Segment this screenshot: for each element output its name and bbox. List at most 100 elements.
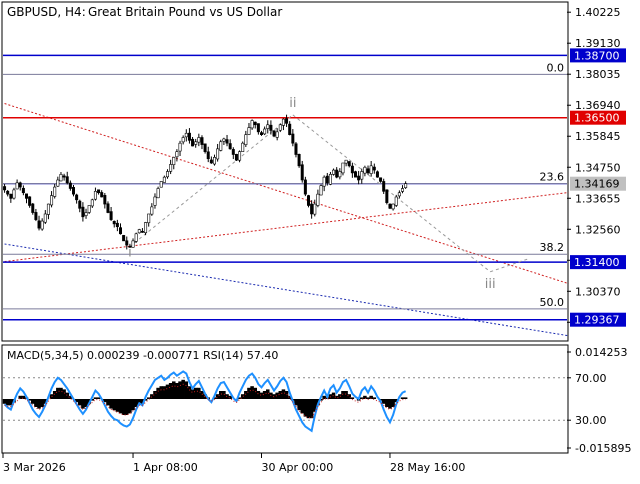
candle-body-50 [159,181,163,188]
candle-body-65 [206,151,210,160]
candle-body-115 [363,166,367,174]
candle-body-11 [37,220,41,229]
candle-body-118 [372,166,376,171]
candle-body-113 [357,175,361,181]
candle-body-32 [103,195,107,205]
fib-label-3: 50.0 [540,296,565,309]
wave-label-iii: iii [485,277,496,292]
candle-body-64 [203,143,207,152]
candle-body-86 [272,130,276,137]
level-tag-2-text: 1.31400 [574,256,620,269]
candle-body-77 [244,134,248,145]
price-tick-label-2: 1.38035 [575,68,621,81]
candle-body-67 [213,157,217,165]
indicator-title: MACD(5,34,5) 0.000239 -0.000771 RSI(14) … [7,349,278,362]
price-tick-label-6: 1.33655 [575,192,621,205]
price-tick-label-0: 1.40225 [575,6,621,19]
candle-body-53 [169,164,173,172]
candle-body-127 [400,188,404,192]
time-tick-label-0: 3 Mar 2026 [3,461,66,474]
candle-body-25 [81,206,85,218]
candle-body-34 [109,211,113,220]
candle-body-35 [112,220,116,225]
current-price-tag-text: 1.34169 [574,178,620,191]
candle-body-33 [106,203,110,213]
candle-body-123 [388,203,392,209]
candle-body-79 [250,120,254,129]
candle-body-58 [184,132,188,138]
candle-body-61 [194,141,198,145]
time-tick-label-2: 30 Apr 00:00 [262,461,334,474]
candle-body-110 [347,161,351,167]
candle-body-68 [216,148,220,160]
candle-body-54 [172,157,176,165]
fib-label-1: 23.6 [540,171,565,184]
candle-body-45 [144,222,148,234]
candle-body-107 [338,171,342,178]
candle-body-4 [15,182,19,190]
candle-body-1 [6,190,10,195]
candle-body-104 [328,174,332,185]
candle-body-27 [87,205,91,213]
indicator-tick-label-1: 70.00 [575,372,607,385]
candle-body-71 [225,139,229,144]
candle-body-21 [68,182,72,189]
candle-body-17 [56,179,60,187]
candle-body-12 [40,220,44,230]
candle-body-84 [266,124,270,129]
candle-body-40 [128,246,132,248]
candle-body-62 [197,137,201,143]
candle-body-103 [325,175,329,184]
candle-body-24 [78,200,82,209]
fib-label-2: 38.2 [540,241,565,254]
candle-body-43 [137,229,141,234]
candle-body-48 [153,196,157,206]
candle-body-102 [322,176,326,187]
candle-body-16 [53,186,57,197]
candle-body-14 [46,203,50,215]
candle-body-120 [379,177,383,182]
candle-body-42 [134,233,138,242]
candle-body-80 [253,121,257,126]
price-chart[interactable]: 0.023.638.250.0 iiiiii GBPUSD, H4: Great… [0,0,640,480]
chart-background [0,0,640,480]
candle-body-111 [350,165,354,174]
indicator-tick-label-3: -0.015895 [575,442,631,455]
candle-body-91 [288,123,292,135]
candle-body-49 [156,188,160,199]
candle-body-30 [97,189,101,194]
candle-body-101 [319,185,323,196]
price-tick-label-1: 1.39130 [575,37,621,50]
candle-body-87 [275,131,279,138]
candle-body-44 [140,230,144,233]
candle-body-55 [175,151,179,158]
level-tag-0-text: 1.38700 [574,49,620,62]
level-tag-3-text: 1.29367 [574,314,620,327]
candle-body-126 [397,192,401,197]
candle-body-41 [131,240,135,248]
price-tick-label-5: 1.34750 [575,161,621,174]
candle-body-7 [24,193,28,199]
candle-body-73 [231,149,235,155]
candle-body-119 [375,171,379,178]
candle-body-98 [310,203,314,215]
price-tick-label-9: 1.30370 [575,285,621,298]
candle-body-69 [219,141,223,151]
candle-body-92 [291,133,295,144]
price-tick-label-3: 1.36940 [575,99,621,112]
candle-body-22 [72,187,76,195]
candle-body-83 [263,128,267,135]
candle-body-36 [115,222,119,228]
candle-body-114 [360,171,364,180]
candle-body-6 [21,187,25,194]
candle-body-5 [18,182,22,188]
candle-body-63 [200,137,204,145]
candle-body-23 [75,194,79,201]
price-tick-label-7: 1.32560 [575,223,621,236]
candle-body-39 [125,240,129,246]
candle-body-74 [234,153,238,161]
indicator-tick-label-0: 0.014253 [575,346,628,359]
wave-label-ii: ii [289,96,296,111]
wave-label-i: i [128,246,132,261]
candle-body-37 [119,227,123,235]
